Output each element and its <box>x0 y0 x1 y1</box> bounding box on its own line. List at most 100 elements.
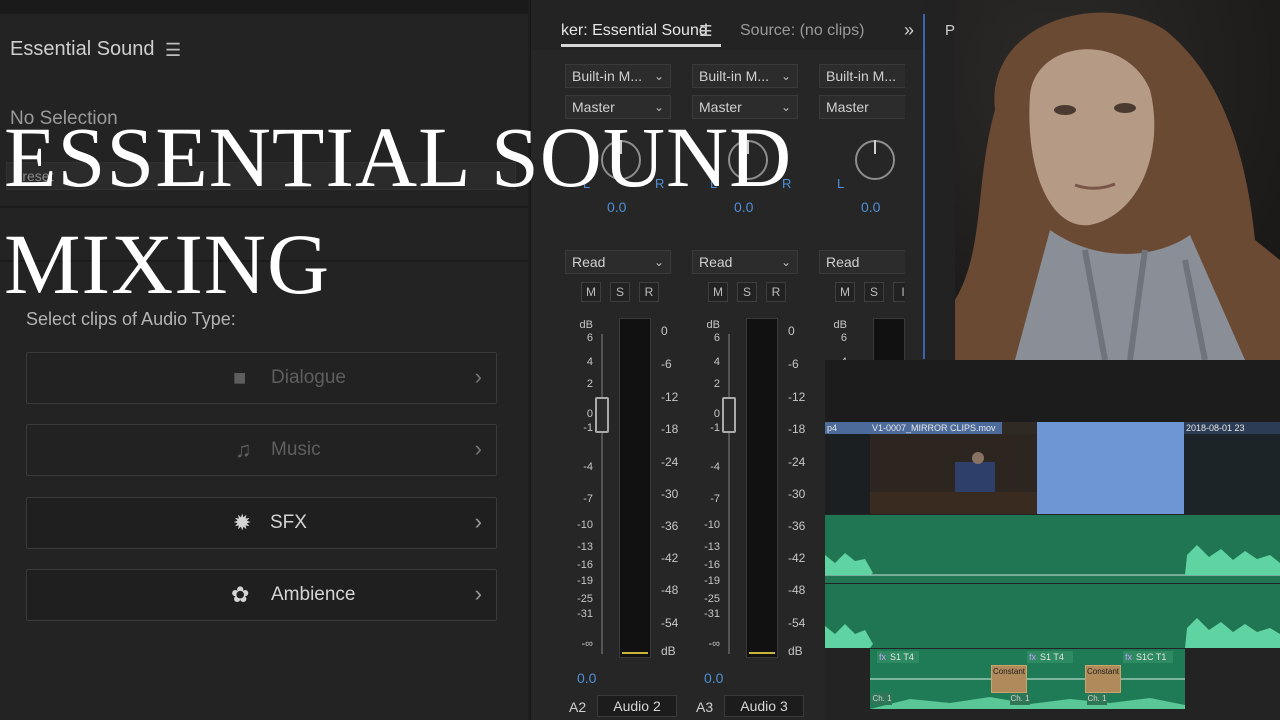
video-clip[interactable]: V1-0007_MIRROR CLIPS.mov <box>870 422 1037 514</box>
input-dropdown[interactable]: Built-in M... ⌄ <box>692 64 798 88</box>
fx-badge[interactable]: fx S1 T4 <box>877 651 919 663</box>
fx-badge[interactable]: fx S1 T4 <box>1027 651 1073 663</box>
chevron-right-icon: › <box>474 364 482 389</box>
video-clip[interactable]: p4 <box>825 422 870 514</box>
type-label: Ambience <box>271 584 356 605</box>
level-meter <box>746 318 778 658</box>
meter-scale-tick: dB <box>661 644 676 658</box>
meter-scale-tick: -6 <box>788 357 799 371</box>
fader-scale-tick: -31 <box>577 608 593 620</box>
tab-program[interactable]: P <box>945 22 955 39</box>
fader-scale-tick: -31 <box>704 608 720 620</box>
burst-icon: ✹ <box>233 510 252 535</box>
type-label: Dialogue <box>271 367 346 388</box>
fader-scale-tick: -16 <box>704 559 720 571</box>
fader-scale-tick: -7 <box>710 493 720 505</box>
speech-bubble-icon: ■ <box>233 365 247 390</box>
fader-scale-tick: -1 <box>583 422 593 434</box>
fader-scale-tick: 4 <box>586 356 593 368</box>
pan-value[interactable]: 0.0 <box>861 199 880 215</box>
meter-scale-tick: -48 <box>661 583 679 597</box>
video-clip[interactable]: 2018-08-01 23 <box>1184 422 1280 514</box>
meter-scale-tick: dB <box>788 644 803 658</box>
keyframe-constant[interactable]: Constant <box>991 665 1027 693</box>
fx-label: S1C T1 <box>1136 652 1167 662</box>
fader-scale-tick: 6 <box>586 332 593 344</box>
volume-fader[interactable] <box>595 397 609 433</box>
input-dropdown[interactable]: Built-in M... <box>819 64 905 88</box>
meter-scale-tick: -18 <box>788 422 806 436</box>
meter-scale-tick: -6 <box>661 357 672 371</box>
db-label: dB <box>579 319 593 331</box>
clip-label: 2018-08-01 23 <box>1184 422 1280 434</box>
meter-peak <box>749 652 775 654</box>
ambience-type-button[interactable]: ✿ Ambience › <box>26 569 497 621</box>
track-id: A3 <box>696 699 714 715</box>
fx-icon: fx <box>1029 652 1037 662</box>
panel-title[interactable]: Essential Sound <box>10 38 155 61</box>
audio-clip[interactable] <box>825 584 1280 648</box>
record-button[interactable]: I <box>893 282 905 302</box>
meter-scale-tick: -24 <box>788 455 806 469</box>
hamburger-menu-icon[interactable]: ☰ <box>165 40 181 61</box>
type-label: SFX <box>270 512 307 533</box>
chevron-right-icon: › <box>474 581 482 606</box>
audio-clip[interactable] <box>825 515 1280 583</box>
tab-menu-icon[interactable]: ☰ <box>699 22 712 40</box>
tab-essential-sound[interactable]: ker: Essential Sound <box>561 22 708 40</box>
output-value: Master <box>826 99 869 115</box>
fx-icon: fx <box>1125 652 1133 662</box>
chevron-right-icon: › <box>474 436 482 461</box>
meter-scale-tick: -18 <box>661 422 679 436</box>
clip-label: p4 <box>825 422 870 434</box>
volume-value[interactable]: 0.0 <box>577 670 596 686</box>
track-id: A2 <box>569 699 587 715</box>
fader-scale-tick: -19 <box>704 575 720 587</box>
volume-value[interactable]: 0.0 <box>704 670 723 686</box>
mute-button[interactable]: M <box>835 282 855 302</box>
volume-fader[interactable] <box>722 397 736 433</box>
meter-scale-tick: -12 <box>788 390 806 404</box>
meter-scale-tick: -36 <box>661 519 679 533</box>
fader-scale-tick: -∞ <box>581 638 593 650</box>
more-tabs-icon[interactable]: » <box>904 20 914 41</box>
automation-mode-dropdown[interactable]: Read <box>819 250 905 274</box>
channel-label: Ch. 1 <box>1010 693 1030 705</box>
channel-label: Ch. 1 <box>872 693 892 705</box>
music-note-icon: ♫ <box>235 437 252 462</box>
tab-source[interactable]: Source: (no clips) <box>740 22 865 40</box>
keyframe-constant[interactable]: Constant <box>1085 665 1121 693</box>
input-value: Built-in M... <box>826 68 897 84</box>
fader-scale-tick: -13 <box>577 541 593 553</box>
music-type-button[interactable]: ♫ Music › <box>26 424 497 476</box>
dialogue-type-button[interactable]: ■ Dialogue › <box>26 352 497 404</box>
automation-mode-value: Read <box>826 254 860 270</box>
input-dropdown[interactable]: Built-in M... ⌄ <box>565 64 671 88</box>
meter-scale-tick: -30 <box>788 487 806 501</box>
audio-waveform <box>825 618 1280 648</box>
fader-scale-tick: -16 <box>577 559 593 571</box>
meter-scale-tick: -54 <box>788 616 806 630</box>
panel-top-border <box>0 0 528 14</box>
track-name-field[interactable]: Audio 3 <box>724 695 804 717</box>
fx-badge[interactable]: fx S1C T1 <box>1123 651 1173 663</box>
fx-label: S1 T4 <box>1040 652 1064 662</box>
pan-knob[interactable] <box>855 140 895 180</box>
fx-icon: fx <box>879 652 887 662</box>
meter-scale-tick: -24 <box>661 455 679 469</box>
meter-scale-tick: -30 <box>661 487 679 501</box>
video-clip-selected[interactable] <box>1037 422 1184 514</box>
title-line-1: ESSENTIAL SOUND <box>4 109 793 205</box>
title-line-2: MIXING <box>4 216 331 312</box>
clip-thumbnail <box>870 434 1037 514</box>
sfx-type-button[interactable]: ✹ SFX › <box>26 497 497 549</box>
meter-scale-tick: 0 <box>788 324 795 338</box>
fx-label: S1 T4 <box>890 652 914 662</box>
thumbnail-title: ESSENTIAL SOUND MIXING <box>4 104 792 318</box>
meter-scale-tick: 0 <box>661 324 668 338</box>
output-dropdown[interactable]: Master <box>819 95 905 119</box>
fader-scale-tick: -4 <box>583 461 593 473</box>
track-name-field[interactable]: Audio 2 <box>597 695 677 717</box>
solo-button[interactable]: S <box>864 282 884 302</box>
meter-scale-tick: -36 <box>788 519 806 533</box>
